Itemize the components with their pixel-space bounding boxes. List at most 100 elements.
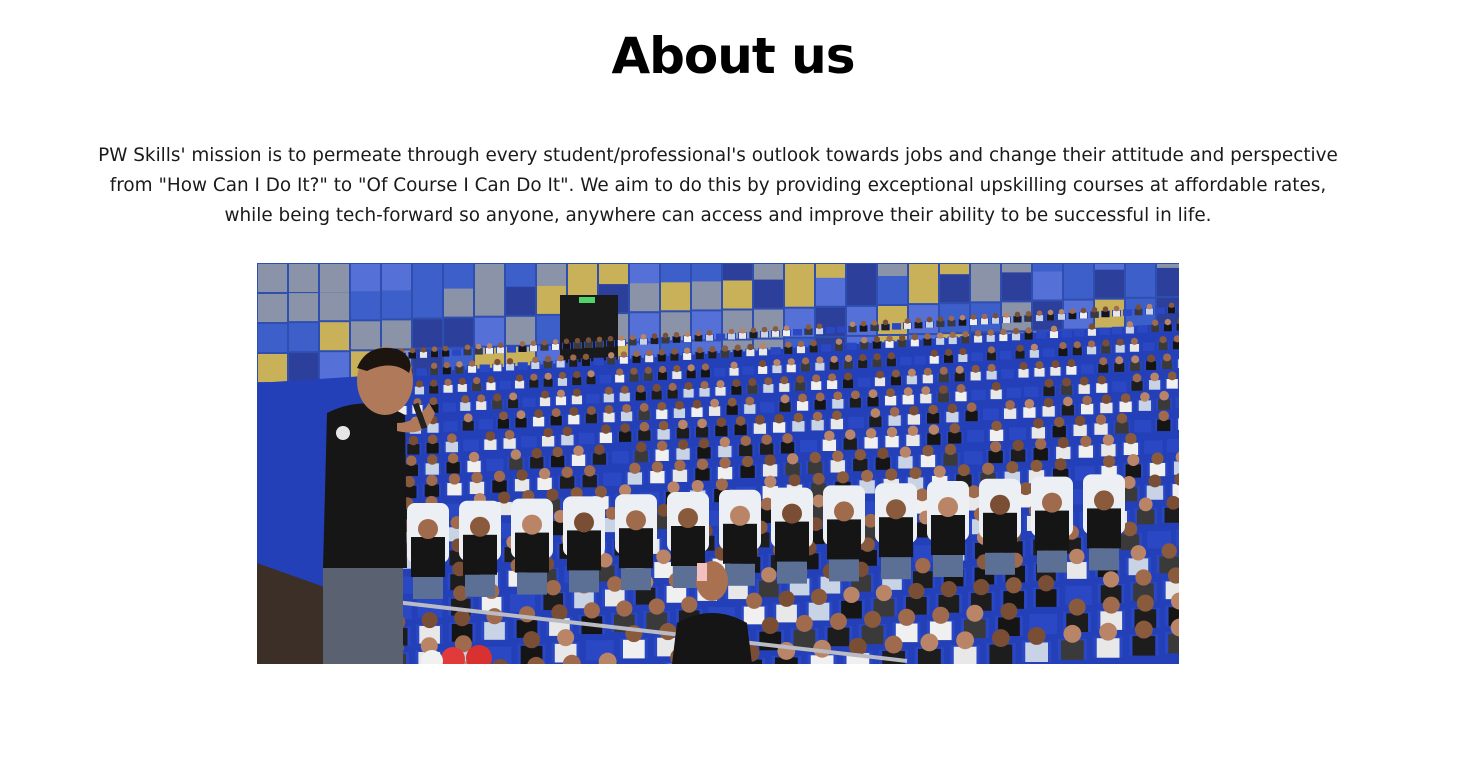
- audience-member-body: [739, 444, 753, 457]
- audience-member-body: [740, 465, 755, 478]
- audience-seat: [463, 439, 479, 452]
- audience-member-body: [1125, 464, 1141, 478]
- audience-member-body: [627, 472, 642, 485]
- wall-panel: [816, 277, 845, 306]
- audience-member-head: [443, 361, 450, 369]
- audience-member-head: [658, 420, 669, 431]
- audience-member-head: [844, 354, 853, 362]
- audience-member-head: [687, 364, 695, 372]
- audience-member-body: [467, 460, 481, 473]
- audience-member-body: [780, 442, 795, 454]
- audience-member-body: [869, 416, 882, 427]
- audience-member-body: [484, 439, 497, 450]
- audience-member-body: [650, 470, 665, 484]
- audience-member-head: [924, 333, 931, 340]
- audience-member-head: [499, 411, 508, 421]
- audience-member-head: [530, 373, 538, 381]
- audience-member-head: [487, 376, 495, 384]
- audience-member-body: [1012, 333, 1021, 341]
- audience-seat: [963, 451, 983, 465]
- audience-member-head: [657, 401, 667, 411]
- audience-member-head: [987, 329, 994, 336]
- audience-member-head: [616, 600, 633, 617]
- audience-member-head: [940, 580, 957, 598]
- audience-member-body: [629, 339, 636, 346]
- audience-member-body: [503, 438, 516, 449]
- audience-member-head: [1150, 372, 1159, 382]
- audience-member-head: [830, 355, 838, 363]
- audience-member-head: [716, 380, 725, 389]
- audience-member-body: [981, 318, 988, 325]
- audience-member-head: [832, 450, 844, 462]
- audience-member-body: [772, 365, 782, 374]
- audience-member-head: [557, 355, 564, 362]
- audience-member-body: [508, 399, 519, 409]
- audience-member-head: [788, 474, 801, 487]
- audience-member-body: [651, 338, 658, 345]
- audience-member-body: [651, 390, 662, 400]
- audience-member-head: [955, 365, 964, 374]
- audience-member-body: [581, 359, 590, 366]
- audience-member-body: [497, 418, 509, 429]
- audience-member-body: [822, 439, 836, 452]
- audience-member-body: [786, 364, 796, 373]
- audience-member-head: [658, 349, 665, 356]
- audience-member-head: [1005, 577, 1022, 594]
- wall-panel: [320, 352, 349, 381]
- audience-member-head: [933, 465, 946, 478]
- audience-member-head: [1059, 342, 1067, 350]
- audience-member-head: [989, 441, 1002, 453]
- audience-member-head: [1003, 312, 1010, 318]
- audience-member-head: [530, 340, 537, 347]
- audience-member-head: [656, 440, 668, 452]
- audience-member-body: [1014, 316, 1021, 323]
- audience-member-body: [920, 393, 932, 404]
- audience-member-head: [764, 377, 773, 386]
- audience-member-head: [1095, 414, 1107, 425]
- audience-member-head: [970, 314, 977, 320]
- audience-member-head: [695, 330, 702, 337]
- audience-member-body: [809, 345, 818, 353]
- audience-member-head: [678, 419, 688, 430]
- audience-seat: [1112, 326, 1123, 335]
- wall-panel: [1064, 270, 1093, 299]
- audience-member-head: [715, 478, 728, 491]
- audience-seat: [1176, 529, 1179, 547]
- audience-member-head: [1116, 413, 1128, 424]
- audience-member-head: [557, 629, 575, 647]
- audience-seat: [999, 350, 1012, 360]
- audience-member-head: [546, 488, 559, 501]
- auditorium-illustration: [257, 263, 1179, 664]
- audience-member-head: [750, 327, 757, 333]
- audience-member-head: [473, 377, 481, 385]
- audience-member-head: [759, 343, 767, 350]
- audience-member-body: [1058, 348, 1068, 357]
- audience-member-head: [1082, 395, 1092, 406]
- audience-member-body: [922, 374, 933, 384]
- audience-member-body: [542, 435, 555, 447]
- audience-member-body: [543, 361, 552, 369]
- audience-member-head: [572, 388, 581, 397]
- audience-member-body: [618, 340, 625, 347]
- audience-member-head: [796, 375, 805, 384]
- audience-member-head: [1073, 341, 1081, 349]
- audience-member-body: [946, 411, 959, 423]
- audience-seat: [452, 349, 461, 356]
- audience-member-head: [865, 428, 877, 439]
- audience-member-head: [873, 353, 881, 361]
- audience-member-head: [1135, 304, 1142, 310]
- audience-member-body: [1004, 408, 1017, 419]
- wall-panel: [785, 278, 814, 307]
- audience-member-head: [778, 590, 795, 607]
- audience-member-body: [875, 457, 891, 470]
- audience-member-body: [1034, 367, 1045, 377]
- audience-member-body: [948, 337, 957, 345]
- audience-member-body: [988, 450, 1003, 464]
- audience-member-head: [464, 344, 471, 350]
- wall-panel: [289, 353, 318, 382]
- audience-member-body: [832, 398, 844, 409]
- wall-panel: [320, 292, 349, 321]
- audience-member-head: [673, 365, 681, 373]
- audience-member-head: [675, 400, 684, 410]
- audience-member-body: [864, 437, 878, 449]
